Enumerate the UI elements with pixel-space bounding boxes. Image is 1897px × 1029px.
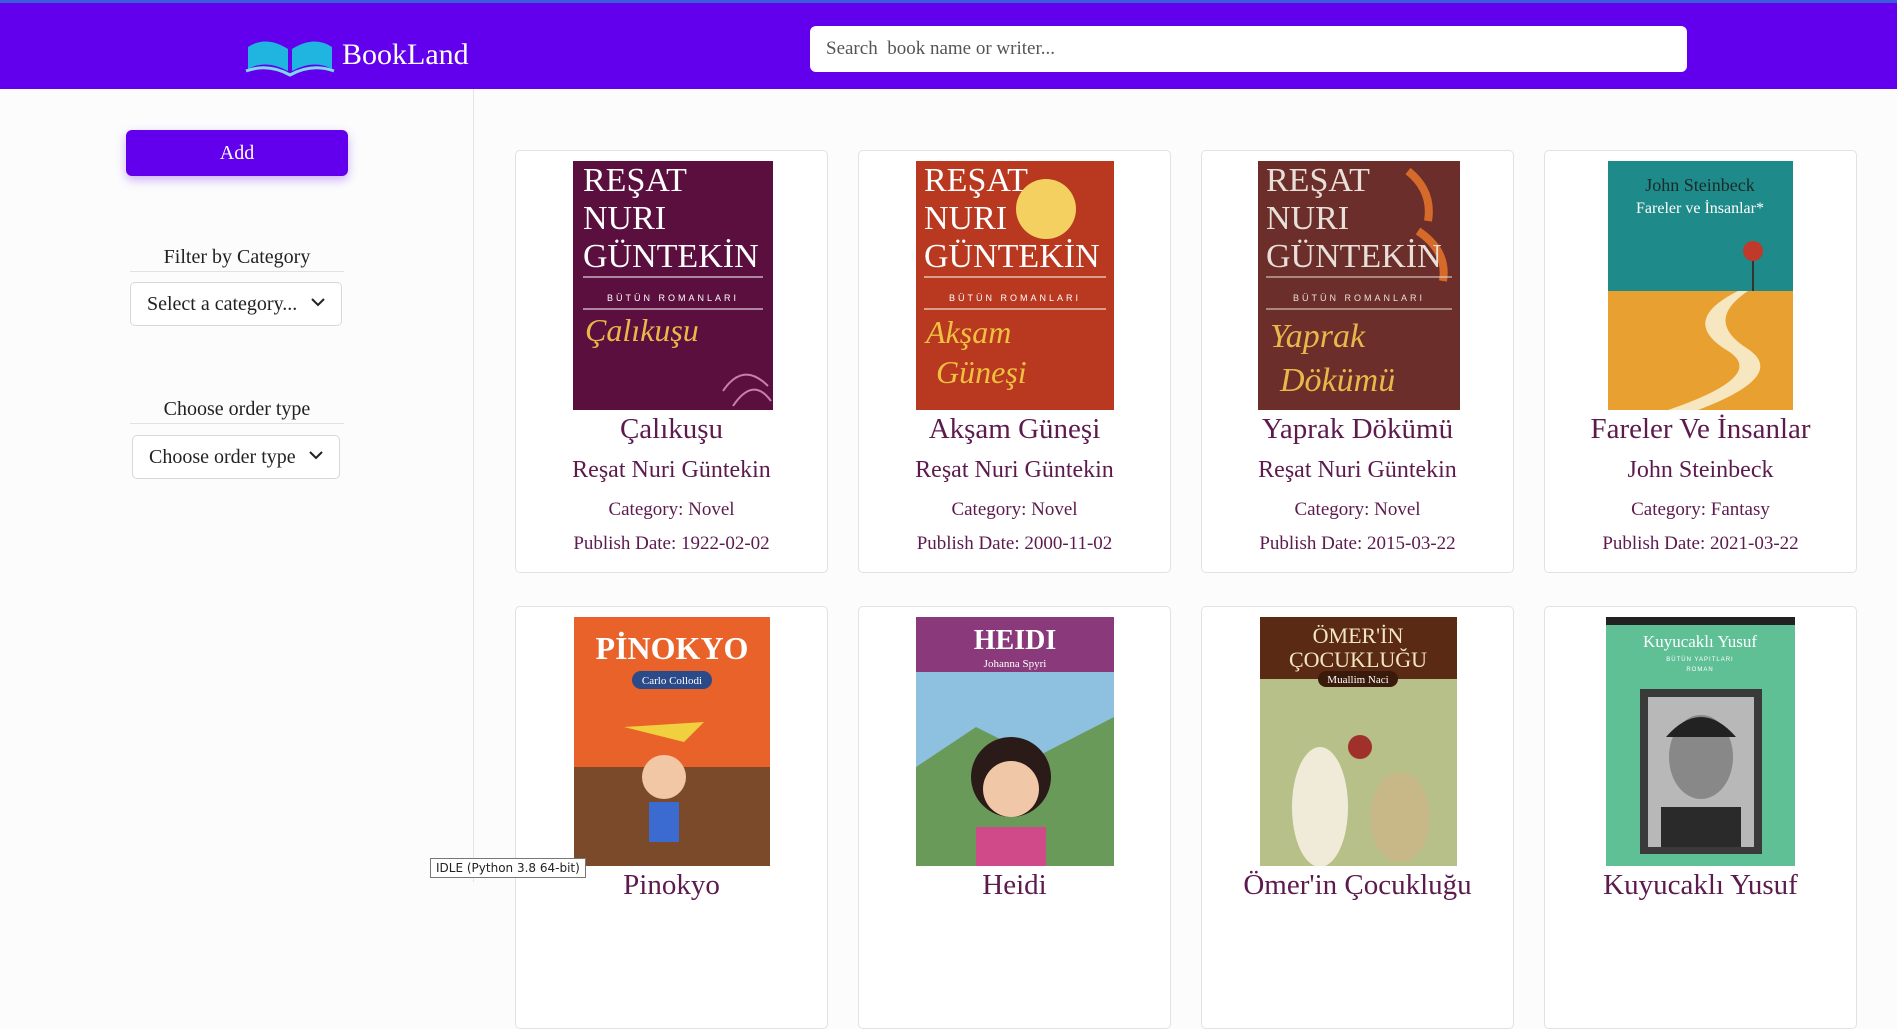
- book-category: Category: Novel: [951, 499, 1078, 520]
- svg-text:Kuyucaklı Yusuf: Kuyucaklı Yusuf: [1643, 632, 1757, 651]
- add-button[interactable]: Add: [126, 130, 348, 176]
- svg-text:BÜTÜN ROMANLARI: BÜTÜN ROMANLARI: [607, 293, 739, 303]
- book-title: Heidi: [982, 869, 1047, 901]
- book-grid: REŞAT NURI GÜNTEKİN BÜTÜN ROMANLARI Çalı…: [474, 89, 1897, 1029]
- svg-text:ROMAN: ROMAN: [1686, 667, 1713, 673]
- chevron-down-icon: [309, 451, 323, 460]
- book-cover: ÖMER'İN ÇOCUKLUĞU Muallim Naci: [1260, 617, 1457, 866]
- book-card[interactable]: PİNOKYO Carlo Collodi Pinokyo: [515, 606, 828, 1029]
- book-cover: REŞAT NURI GÜNTEKİN BÜTÜN ROMANLARI Yapr…: [1258, 161, 1460, 410]
- book-cover: PİNOKYO Carlo Collodi: [574, 617, 770, 866]
- top-navbar: BookLand: [0, 0, 1897, 89]
- svg-text:Fareler ve İnsanlar*: Fareler ve İnsanlar*: [1636, 199, 1764, 217]
- brand-logo[interactable]: BookLand: [244, 33, 469, 77]
- svg-text:HEIDI: HEIDI: [974, 625, 1056, 656]
- book-publish-date: Publish Date: 2000-11-02: [916, 533, 1113, 554]
- order-type-label: Choose order type: [130, 398, 344, 424]
- book-card[interactable]: HEIDI Johanna Spyri Heidi: [858, 606, 1171, 1029]
- svg-text:BÜTÜN ROMANLARI: BÜTÜN ROMANLARI: [949, 293, 1081, 303]
- book-card[interactable]: John Steinbeck Fareler ve İnsanlar* Fare…: [1544, 150, 1857, 573]
- book-publish-date: Publish Date: 2021-03-22: [1602, 533, 1799, 554]
- svg-text:GÜNTEKİN: GÜNTEKİN: [583, 238, 759, 275]
- svg-text:Çalıkuşu: Çalıkuşu: [585, 312, 699, 348]
- order-type-select-value: Choose order type: [149, 445, 296, 468]
- book-cover: REŞAT NURI GÜNTEKİN BÜTÜN ROMANLARI Çalı…: [573, 161, 773, 410]
- book-title: Fareler Ve İnsanlar: [1590, 413, 1811, 445]
- svg-text:Güneşi: Güneşi: [936, 354, 1027, 390]
- search-input[interactable]: [810, 26, 1687, 72]
- svg-text:GÜNTEKİN: GÜNTEKİN: [924, 238, 1100, 275]
- book-card[interactable]: REŞAT NURI GÜNTEKİN BÜTÜN ROMANLARI Yapr…: [1201, 150, 1514, 573]
- book-publish-date: Publish Date: 1922-02-02: [573, 533, 770, 554]
- svg-text:GÜNTEKİN: GÜNTEKİN: [1266, 238, 1442, 275]
- book-cover: Kuyucaklı Yusuf BÜTÜN YAPITLARI ROMAN: [1606, 617, 1795, 866]
- book-author: Reşat Nuri Güntekin: [572, 457, 771, 483]
- book-title: Yaprak Dökümü: [1261, 413, 1454, 445]
- book-card[interactable]: REŞAT NURI GÜNTEKİN BÜTÜN ROMANLARI Akşa…: [858, 150, 1171, 573]
- order-type-select[interactable]: Choose order type: [132, 435, 340, 479]
- book-title: Ömer'in Çocukluğu: [1243, 869, 1472, 901]
- svg-text:Dökümü: Dökümü: [1279, 362, 1395, 399]
- svg-text:Muallim Naci: Muallim Naci: [1327, 674, 1388, 686]
- taskbar-tooltip: IDLE (Python 3.8 64-bit): [430, 858, 586, 878]
- svg-text:REŞAT: REŞAT: [583, 162, 687, 199]
- book-category: Category: Fantasy: [1631, 499, 1770, 520]
- book-cover: John Steinbeck Fareler ve İnsanlar*: [1608, 161, 1793, 410]
- book-title: Akşam Güneşi: [928, 413, 1101, 445]
- svg-text:Carlo Collodi: Carlo Collodi: [642, 675, 702, 687]
- book-cover: HEIDI Johanna Spyri: [916, 617, 1114, 866]
- svg-text:BÜTÜN YAPITLARI: BÜTÜN YAPITLARI: [1666, 656, 1733, 663]
- book-card[interactable]: ÖMER'İN ÇOCUKLUĞU Muallim Naci Ömer'in Ç…: [1201, 606, 1514, 1029]
- book-author: Reşat Nuri Güntekin: [915, 457, 1114, 483]
- book-category: Category: Novel: [608, 499, 735, 520]
- open-book-icon: [245, 41, 335, 77]
- book-card[interactable]: REŞAT NURI GÜNTEKİN BÜTÜN ROMANLARI Çalı…: [515, 150, 828, 573]
- sidebar: Add Filter by Category Select a category…: [0, 89, 474, 882]
- book-author: Reşat Nuri Güntekin: [1258, 457, 1457, 483]
- brand-name: BookLand: [342, 38, 469, 71]
- svg-text:NURI: NURI: [924, 200, 1007, 237]
- category-select-value: Select a category...: [147, 292, 298, 315]
- book-title: Çalıkuşu: [619, 413, 724, 445]
- book-card[interactable]: Kuyucaklı Yusuf BÜTÜN YAPITLARI ROMAN Ku…: [1544, 606, 1857, 1029]
- svg-text:NURI: NURI: [583, 200, 666, 237]
- svg-text:ÖMER'İN: ÖMER'İN: [1313, 623, 1404, 648]
- svg-text:PİNOKYO: PİNOKYO: [596, 630, 749, 666]
- svg-text:Akşam: Akşam: [924, 314, 1011, 350]
- category-select[interactable]: Select a category...: [130, 282, 342, 326]
- book-cover: REŞAT NURI GÜNTEKİN BÜTÜN ROMANLARI Akşa…: [916, 161, 1114, 410]
- filter-category-label: Filter by Category: [130, 246, 344, 272]
- book-author: John Steinbeck: [1627, 457, 1774, 483]
- book-category: Category: Novel: [1294, 499, 1421, 520]
- svg-text:BÜTÜN ROMANLARI: BÜTÜN ROMANLARI: [1293, 293, 1425, 303]
- chevron-down-icon: [311, 298, 325, 307]
- svg-text:REŞAT: REŞAT: [924, 162, 1028, 199]
- svg-text:REŞAT: REŞAT: [1266, 162, 1370, 199]
- book-publish-date: Publish Date: 2015-03-22: [1259, 533, 1456, 554]
- svg-text:ÇOCUKLUĞU: ÇOCUKLUĞU: [1289, 647, 1427, 672]
- svg-text:Yaprak: Yaprak: [1270, 318, 1366, 355]
- svg-text:John Steinbeck: John Steinbeck: [1645, 175, 1755, 195]
- book-title: Kuyucaklı Yusuf: [1603, 869, 1798, 901]
- svg-text:Johanna Spyri: Johanna Spyri: [984, 658, 1047, 670]
- svg-text:NURI: NURI: [1266, 200, 1349, 237]
